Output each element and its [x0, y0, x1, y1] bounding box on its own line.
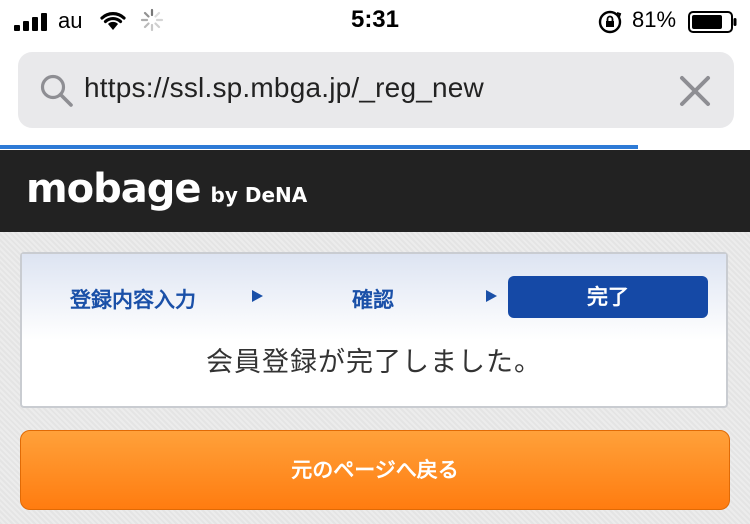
url-text[interactable]: https://ssl.sp.mbga.jp/_reg_new — [84, 72, 484, 104]
search-icon — [40, 74, 73, 107]
registration-status-card: 登録内容入力 確認 完了 会員登録が完了しました。 — [20, 252, 728, 408]
completion-message: 会員登録が完了しました。 — [206, 347, 542, 378]
rotation-lock-icon — [598, 10, 622, 34]
logo-text: mobage — [26, 166, 202, 212]
step-confirm: 確認 — [352, 288, 394, 312]
mobage-logo[interactable]: mobage by DeNA — [26, 166, 307, 218]
close-icon[interactable] — [678, 74, 712, 108]
main-content: 登録内容入力 確認 完了 会員登録が完了しました。 元のページへ戻る — [0, 232, 750, 524]
site-header: mobage by DeNA — [0, 150, 750, 232]
step-complete-active: 完了 — [508, 276, 708, 318]
status-bar: au 5:31 81% — [0, 0, 750, 44]
battery-percent: 81% — [632, 7, 677, 32]
address-bar[interactable]: https://ssl.sp.mbga.jp/_reg_new — [18, 52, 734, 128]
step-indicator: 登録内容入力 確認 完了 — [22, 254, 726, 340]
step-arrow-icon — [486, 290, 497, 302]
page-load-progress-bar — [0, 145, 638, 149]
back-to-previous-page-button[interactable]: 元のページへ戻る — [20, 430, 730, 510]
logo-sub-text: by DeNA — [210, 183, 308, 207]
step-arrow-icon — [252, 290, 263, 302]
battery-icon — [688, 11, 737, 33]
step-input: 登録内容入力 — [70, 288, 196, 312]
